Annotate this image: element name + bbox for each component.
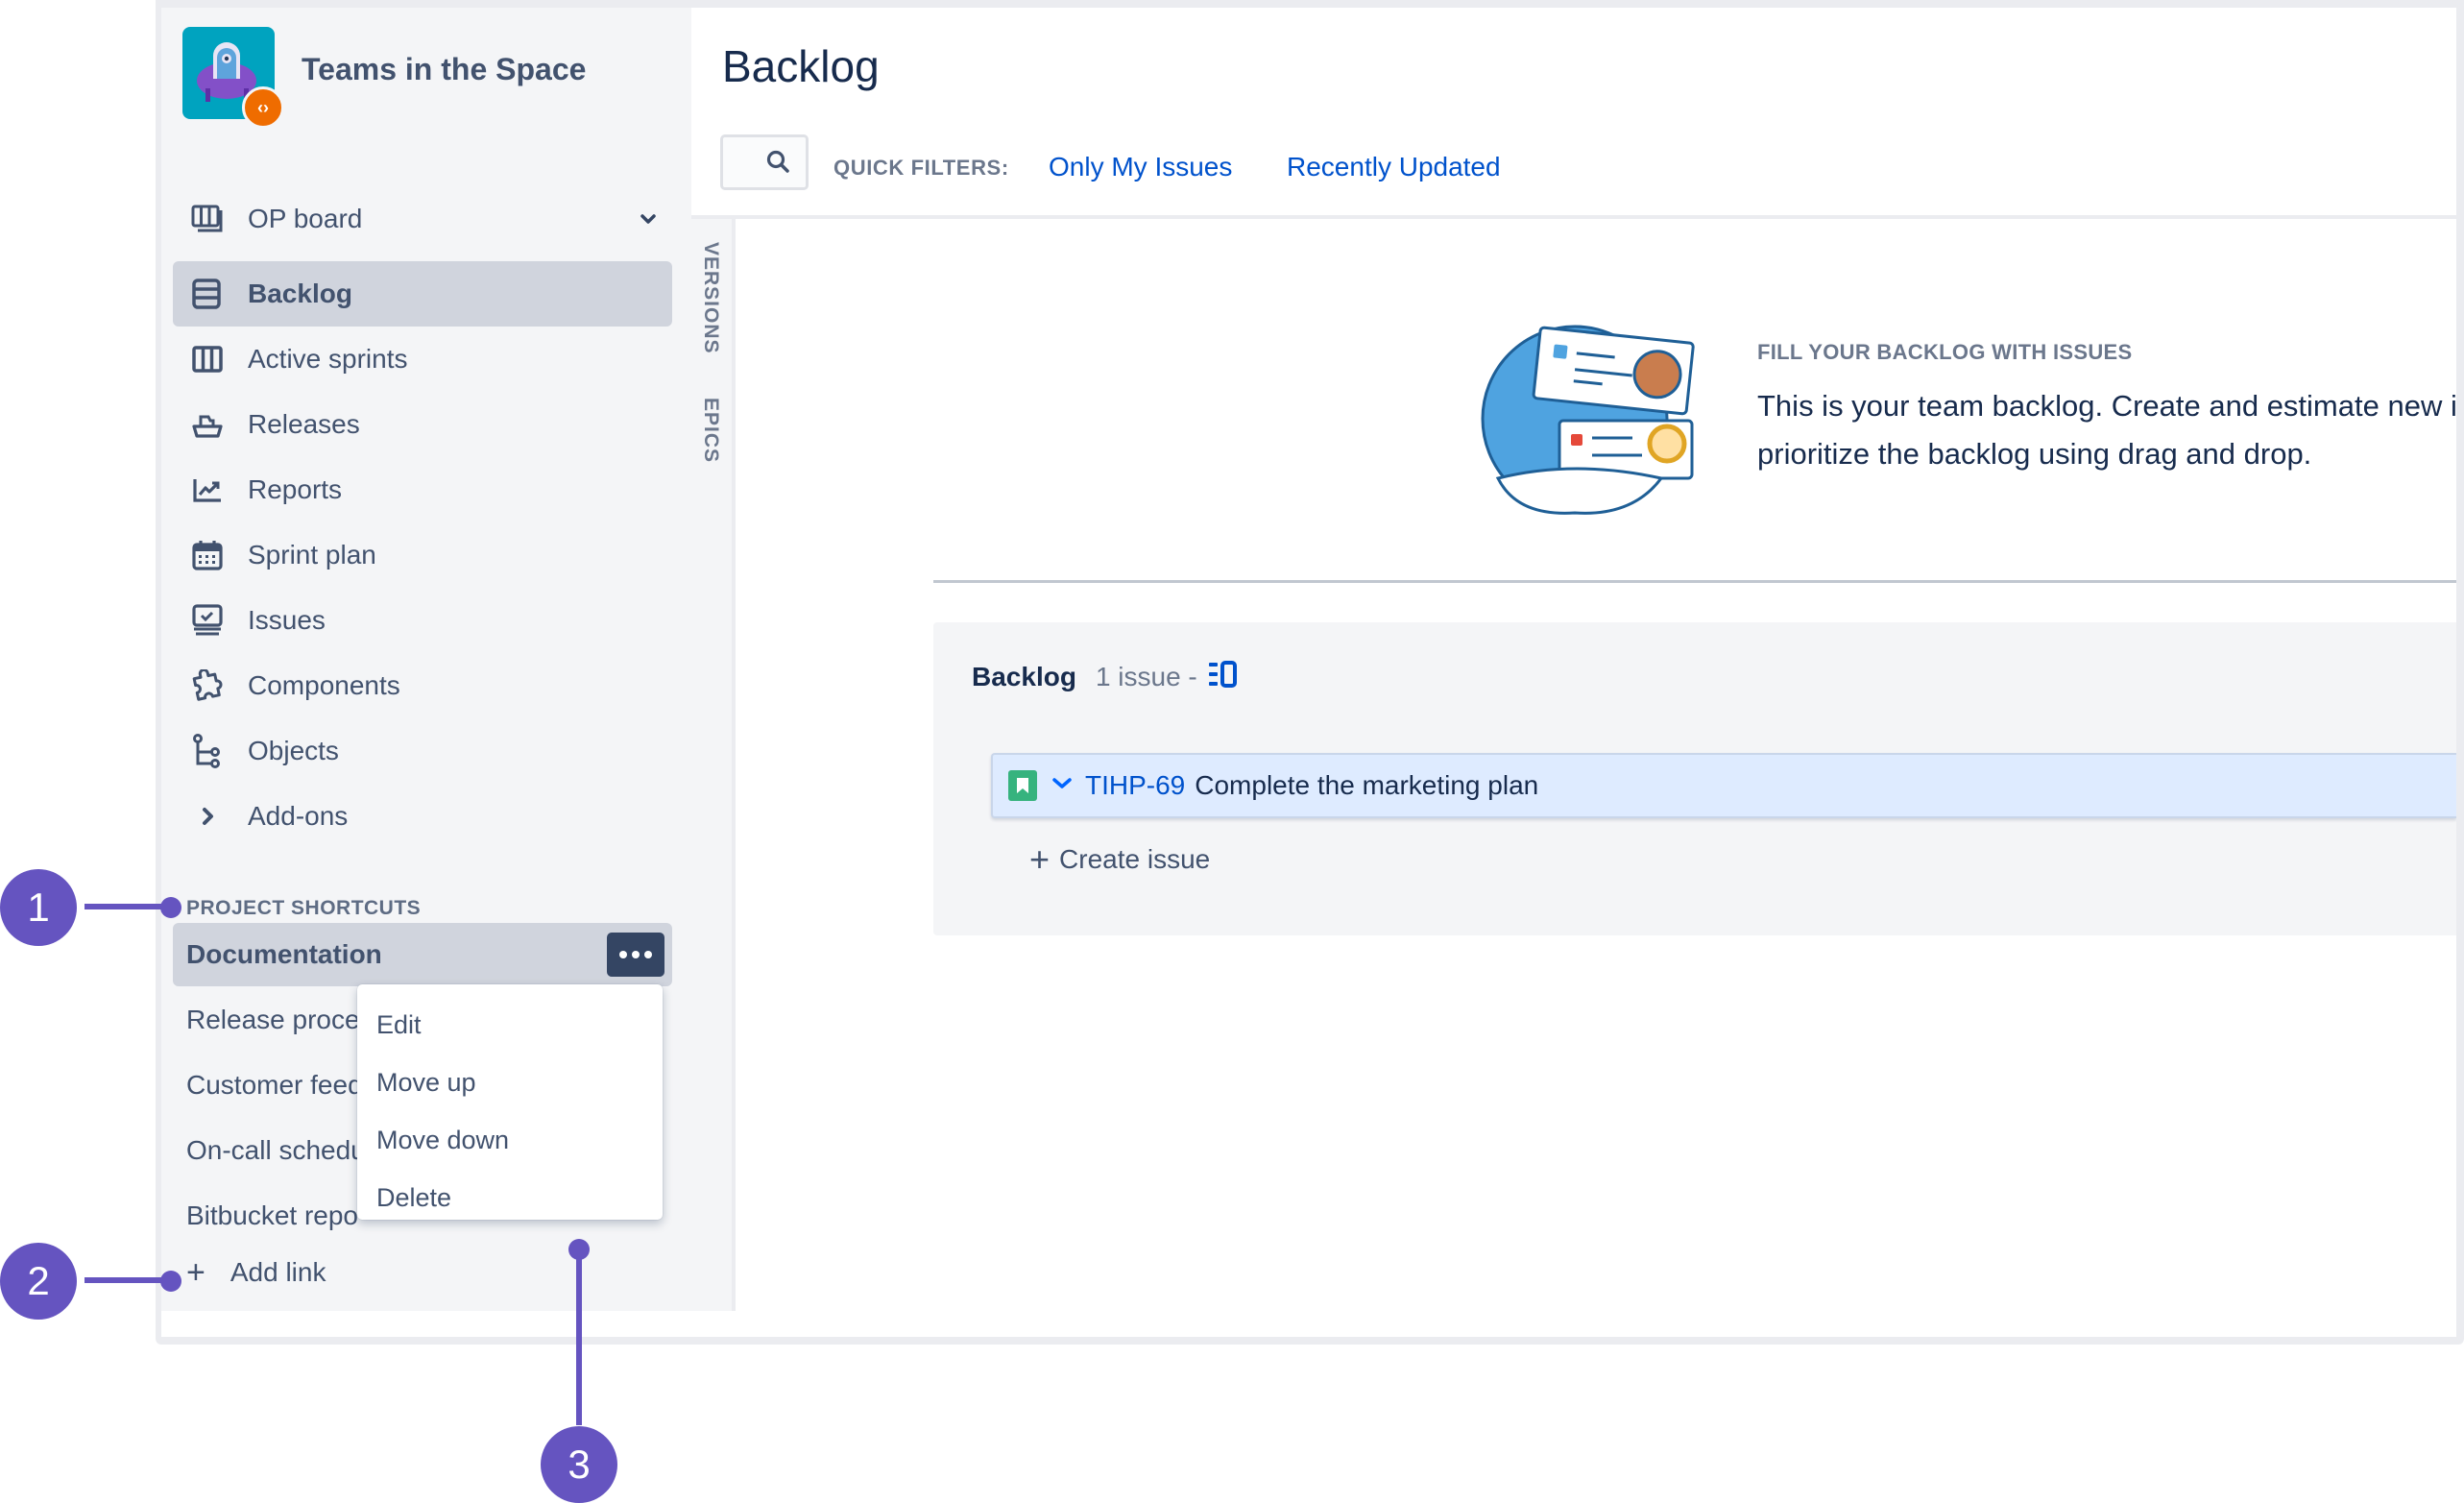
sidebar-item-label: Backlog [248, 279, 352, 308]
sidebar-item-sprint-plan[interactable]: Sprint plan [173, 522, 672, 588]
ellipsis-dot [619, 951, 627, 958]
board-icon [188, 200, 227, 238]
quick-filter-only-my-issues[interactable]: Only My Issues [1049, 152, 1232, 182]
tab-versions[interactable]: VERSIONS [699, 242, 722, 354]
issues-icon [188, 601, 227, 640]
main-content: Backlog QUICK FILTERS: Only My Issues Re… [691, 8, 2456, 1337]
menu-item-move-down[interactable]: Move down [357, 1111, 663, 1169]
sidebar-item-label: Releases [248, 409, 360, 439]
shortcut-documentation[interactable]: Documentation [173, 923, 672, 986]
menu-item-delete[interactable]: Delete [357, 1169, 663, 1226]
sidebar-item-backlog[interactable]: Backlog [173, 261, 672, 327]
sidebar-item-label: Issues [248, 605, 326, 635]
sidebar-item-label: Components [248, 670, 400, 700]
callout-3-line [576, 1250, 582, 1425]
search-icon [765, 149, 792, 181]
callout-2: 2 [0, 1243, 77, 1320]
shortcut-actions-menu: Edit Move up Move down Delete [357, 984, 663, 1220]
page-title: Backlog [722, 41, 880, 91]
tab-epics[interactable]: EPICS [699, 398, 722, 463]
active-sprints-icon [188, 340, 227, 378]
components-icon [188, 667, 227, 705]
shortcut-label: Bitbucket repo [186, 1200, 358, 1230]
project-shortcuts-heading: PROJECT SHORTCUTS [186, 897, 422, 919]
sidebar-item-label: Add-ons [248, 801, 349, 831]
empty-state-text: FILL YOUR BACKLOG WITH ISSUES This is yo… [1757, 340, 2456, 478]
backlog-issue-count: 1 issue - [1095, 661, 1197, 691]
ellipsis-dot [632, 951, 640, 958]
header-divider [691, 215, 2456, 219]
backlog-title: Backlog [972, 661, 1076, 691]
sidebar-item-add-ons[interactable]: Add-ons [173, 784, 672, 849]
releases-icon [188, 405, 227, 444]
callout-1-dot [160, 897, 181, 918]
priority-low-icon [1051, 775, 1074, 797]
sidebar-item-releases[interactable]: Releases [173, 392, 672, 457]
menu-item-edit[interactable]: Edit [357, 996, 663, 1054]
sidebar-item-reports[interactable]: Reports [173, 457, 672, 522]
add-link-button[interactable]: + Add link [186, 1256, 326, 1289]
quick-filter-recently-updated[interactable]: Recently Updated [1287, 152, 1501, 182]
plus-icon: + [1029, 839, 1051, 879]
sidebar-item-label: Objects [248, 736, 339, 765]
more-actions-button[interactable] [607, 933, 664, 977]
project-avatar: ‹› [182, 27, 284, 129]
section-divider [933, 580, 2456, 583]
project-type-badge: ‹› [242, 86, 284, 129]
issue-summary: Complete the marketing plan [1195, 770, 1539, 800]
shortcut-label: Documentation [186, 939, 382, 969]
reports-icon [188, 471, 227, 509]
backlog-container: Backlog 1 issue - TIHP-69 Complete the m… [933, 622, 2456, 935]
sidebar-item-issues[interactable]: Issues [173, 588, 672, 653]
objects-icon [188, 732, 227, 770]
callout-2-line [85, 1277, 171, 1283]
issue-key[interactable]: TIHP-69 [1085, 770, 1185, 801]
project-name: Teams in the Space [302, 51, 587, 86]
sidebar-item-label: Active sprints [248, 344, 408, 374]
issue-row[interactable]: TIHP-69 Complete the marketing plan [991, 753, 2456, 818]
board-selector-label: OP board [248, 204, 363, 233]
quick-filters-label: QUICK FILTERS: [833, 156, 1009, 180]
create-issue-button[interactable]: + Create issue [1029, 839, 1210, 880]
estimate-icon[interactable] [1208, 661, 1238, 692]
sidebar-item-label: Reports [248, 474, 343, 504]
callout-1: 1 [0, 869, 77, 946]
empty-state-title: FILL YOUR BACKLOG WITH ISSUES [1757, 340, 2133, 364]
add-link-label: Add link [229, 1257, 326, 1287]
app-window: ‹› Teams in the Space OP board Backlog A [161, 8, 2456, 1337]
backlog-header: Backlog 1 issue - [972, 661, 1238, 692]
sidebar-item-label: Sprint plan [248, 540, 376, 570]
board-selector[interactable]: OP board [173, 186, 672, 252]
menu-item-move-up[interactable]: Move up [357, 1054, 663, 1111]
empty-state-illustration [1479, 315, 1709, 521]
search-input[interactable] [720, 134, 809, 190]
empty-state-body: This is your team backlog. Create and es… [1757, 389, 2456, 471]
sidebar-item-active-sprints[interactable]: Active sprints [173, 327, 672, 392]
chevron-down-icon [638, 206, 659, 236]
callout-2-dot [160, 1271, 181, 1292]
chevron-right-icon [188, 797, 227, 836]
project-header[interactable]: ‹› Teams in the Space [182, 27, 587, 129]
sidebar: ‹› Teams in the Space OP board Backlog A [161, 8, 691, 1311]
sidebar-item-components[interactable]: Components [173, 653, 672, 718]
side-panel-tabs: VERSIONS EPICS [691, 219, 736, 1311]
sidebar-item-objects[interactable]: Objects [173, 718, 672, 784]
create-issue-label: Create issue [1059, 844, 1211, 874]
ellipsis-dot [644, 951, 652, 958]
backlog-icon [188, 275, 227, 313]
calendar-icon [188, 536, 227, 574]
callout-3: 3 [541, 1426, 617, 1503]
callout-1-line [85, 904, 171, 909]
plus-icon: + [186, 1254, 205, 1291]
story-icon [1008, 770, 1037, 801]
callout-3-dot [568, 1239, 590, 1260]
